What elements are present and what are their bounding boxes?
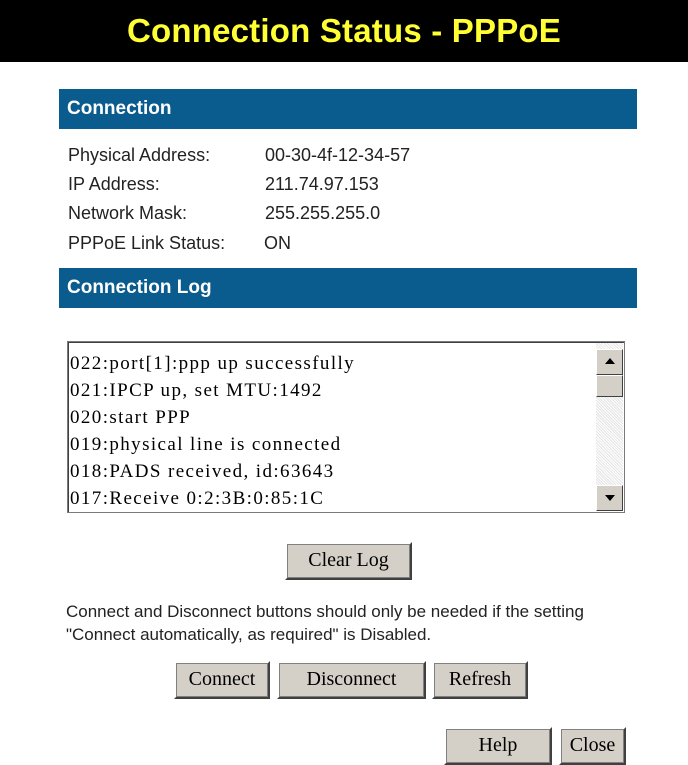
physical-address-label: Physical Address: — [68, 145, 211, 165]
log-line: 021:IPCP up, set MTU:1492 — [70, 380, 323, 401]
pppoe-link-status-row: PPPoE Link Status: ON — [68, 229, 628, 258]
log-line: 020:start PPP — [70, 407, 192, 428]
page-title: Connection Status - PPPoE — [126, 12, 562, 49]
ip-address-label: IP Address: — [68, 174, 160, 194]
connection-log-section-title: Connection Log — [67, 277, 212, 298]
ip-address-row: IP Address: 211.74.97.153 — [68, 170, 628, 199]
physical-address-value: 00-30-4f-12-34-57 — [265, 145, 411, 165]
connection-log-section-header: Connection Log — [59, 268, 637, 308]
log-lines: 022:port[1]:ppp up successfully 021:IPCP … — [70, 350, 590, 512]
connect-button[interactable]: Connect — [174, 661, 270, 699]
disconnect-button[interactable]: Disconnect — [277, 661, 426, 699]
close-button[interactable]: Close — [559, 727, 626, 765]
physical-address-row: Physical Address: 00-30-4f-12-34-57 — [68, 141, 628, 170]
log-line: 018:PADS received, id:63643 — [70, 461, 335, 482]
network-mask-label: Network Mask: — [68, 203, 188, 223]
refresh-button[interactable]: Refresh — [432, 661, 528, 699]
pppoe-link-status-value: ON — [264, 233, 291, 253]
connect-note: Connect and Disconnect buttons should on… — [66, 602, 584, 644]
log-line: 022:port[1]:ppp up successfully — [70, 353, 356, 374]
arrow-up-icon — [605, 358, 615, 364]
log-line: 017:Receive 0:2:3B:0:85:1C — [70, 488, 325, 509]
connection-log-textarea[interactable]: 022:port[1]:ppp up successfully 021:IPCP … — [67, 341, 625, 513]
scroll-thumb[interactable] — [596, 375, 623, 397]
arrow-down-icon — [605, 495, 615, 501]
scroll-down-button[interactable] — [596, 485, 623, 511]
network-mask-row: Network Mask: 255.255.255.0 — [68, 199, 628, 228]
connection-section-header: Connection — [59, 89, 637, 129]
connection-section-title: Connection — [67, 98, 172, 119]
network-mask-value: 255.255.255.0 — [265, 203, 381, 223]
log-scrollbar[interactable] — [596, 343, 623, 511]
clear-log-button[interactable]: Clear Log — [285, 542, 412, 580]
log-line: 019:physical line is connected — [70, 434, 342, 455]
help-button[interactable]: Help — [444, 727, 552, 765]
ip-address-value: 211.74.97.153 — [265, 174, 379, 194]
scroll-up-button[interactable] — [596, 349, 623, 375]
pppoe-link-status-label: PPPoE Link Status: — [68, 233, 226, 253]
